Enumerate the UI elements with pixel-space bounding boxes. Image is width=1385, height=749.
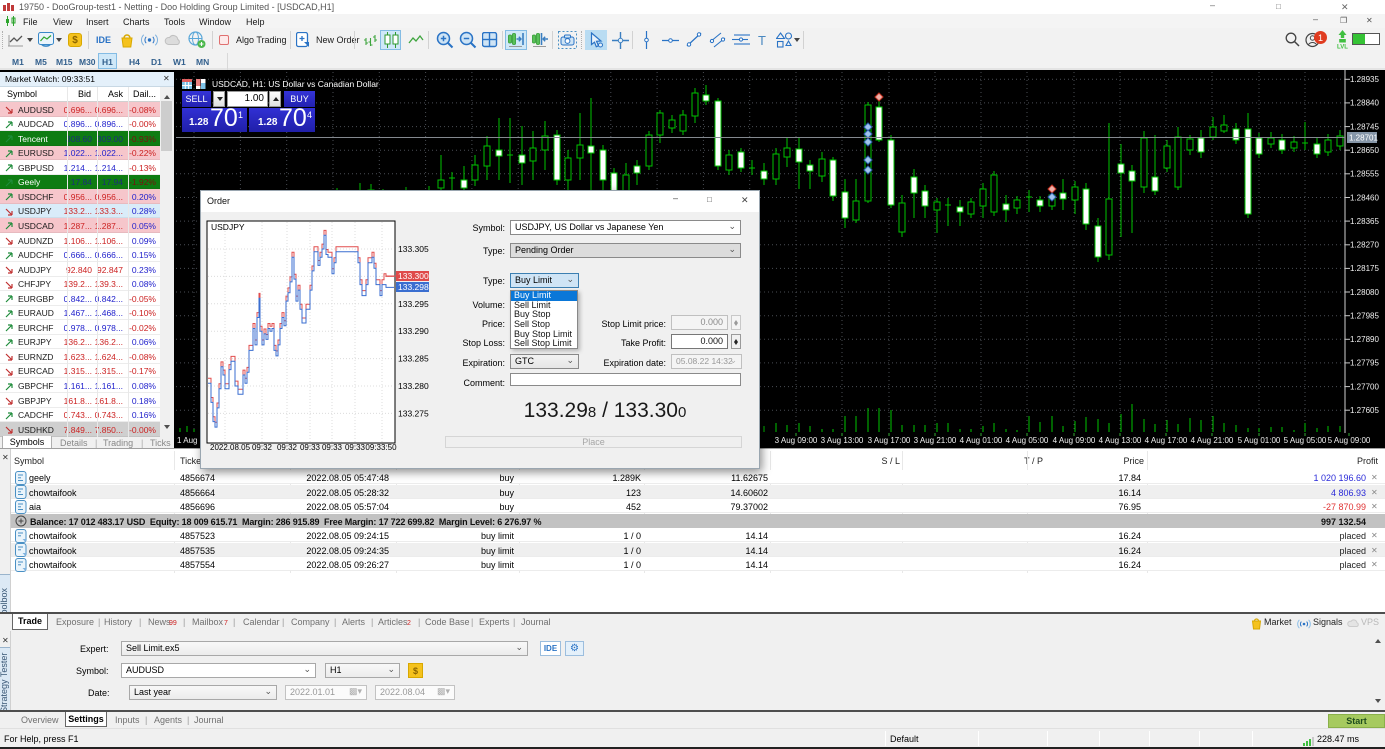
svg-text:133.280: 133.280 (398, 381, 429, 391)
svg-text:133.275: 133.275 (398, 408, 429, 418)
svg-text:1.28745: 1.28745 (1350, 122, 1379, 131)
svg-text:1.28701: 1.28701 (1349, 134, 1378, 143)
svg-text:09:33: 09:33 (322, 443, 343, 452)
svg-text:5 Aug 09:00: 5 Aug 09:00 (1328, 436, 1371, 445)
svg-text:USDJPY: USDJPY (211, 222, 245, 232)
svg-text:4 Aug 05:00: 4 Aug 05:00 (1006, 436, 1049, 445)
svg-text:133.300: 133.300 (398, 271, 429, 281)
svg-text:09:32: 09:32 (277, 443, 298, 452)
svg-text:133.295: 133.295 (398, 299, 429, 309)
svg-text:09:33:50: 09:33:50 (365, 443, 397, 452)
svg-text:5 Aug 01:00: 5 Aug 01:00 (1238, 436, 1281, 445)
svg-text:USDCAD, H1: US Dollar vs Cana: USDCAD, H1: US Dollar vs Canadian Dollar (212, 79, 379, 89)
svg-text:1.27890: 1.27890 (1350, 335, 1379, 344)
svg-text:1.28650: 1.28650 (1350, 146, 1379, 155)
svg-text:09:32: 09:32 (252, 443, 273, 452)
svg-text:4 Aug 01:00: 4 Aug 01:00 (960, 436, 1003, 445)
svg-text:3 Aug 13:00: 3 Aug 13:00 (821, 436, 864, 445)
svg-text:133.290: 133.290 (398, 326, 429, 336)
svg-text:4 Aug 17:00: 4 Aug 17:00 (1145, 436, 1188, 445)
svg-text:4 Aug 21:00: 4 Aug 21:00 (1191, 436, 1234, 445)
svg-text:1.28175: 1.28175 (1350, 264, 1379, 273)
svg-text:1.27795: 1.27795 (1350, 359, 1379, 368)
svg-text:3 Aug 21:00: 3 Aug 21:00 (914, 436, 957, 445)
svg-text:1.28365: 1.28365 (1350, 217, 1379, 226)
svg-text:1.28935: 1.28935 (1350, 75, 1379, 84)
svg-text:4 Aug 09:00: 4 Aug 09:00 (1053, 436, 1096, 445)
svg-text:1.28460: 1.28460 (1350, 193, 1379, 202)
svg-text:5 Aug 05:00: 5 Aug 05:00 (1284, 436, 1327, 445)
svg-text:133.305: 133.305 (398, 244, 429, 254)
svg-text:133.285: 133.285 (398, 354, 429, 364)
svg-text:3 Aug 17:00: 3 Aug 17:00 (868, 436, 911, 445)
svg-text:4 Aug 13:00: 4 Aug 13:00 (1099, 436, 1142, 445)
svg-text:2022.08.05: 2022.08.05 (210, 443, 251, 452)
svg-text:3 Aug 09:00: 3 Aug 09:00 (775, 436, 818, 445)
svg-text:1.27605: 1.27605 (1350, 406, 1379, 415)
svg-text:1.27700: 1.27700 (1350, 382, 1379, 391)
svg-text:1.27985: 1.27985 (1350, 312, 1379, 321)
svg-text:09:33: 09:33 (345, 443, 366, 452)
svg-text:1.28840: 1.28840 (1350, 99, 1379, 108)
svg-text:1: 1 (1318, 33, 1323, 43)
svg-text:1.28555: 1.28555 (1350, 170, 1379, 179)
svg-text:09:33: 09:33 (300, 443, 321, 452)
svg-text:133.298: 133.298 (398, 282, 429, 292)
svg-text:1.28080: 1.28080 (1350, 288, 1379, 297)
svg-text:1.28270: 1.28270 (1350, 241, 1379, 250)
svg-text:LVL: LVL (1337, 45, 1348, 50)
